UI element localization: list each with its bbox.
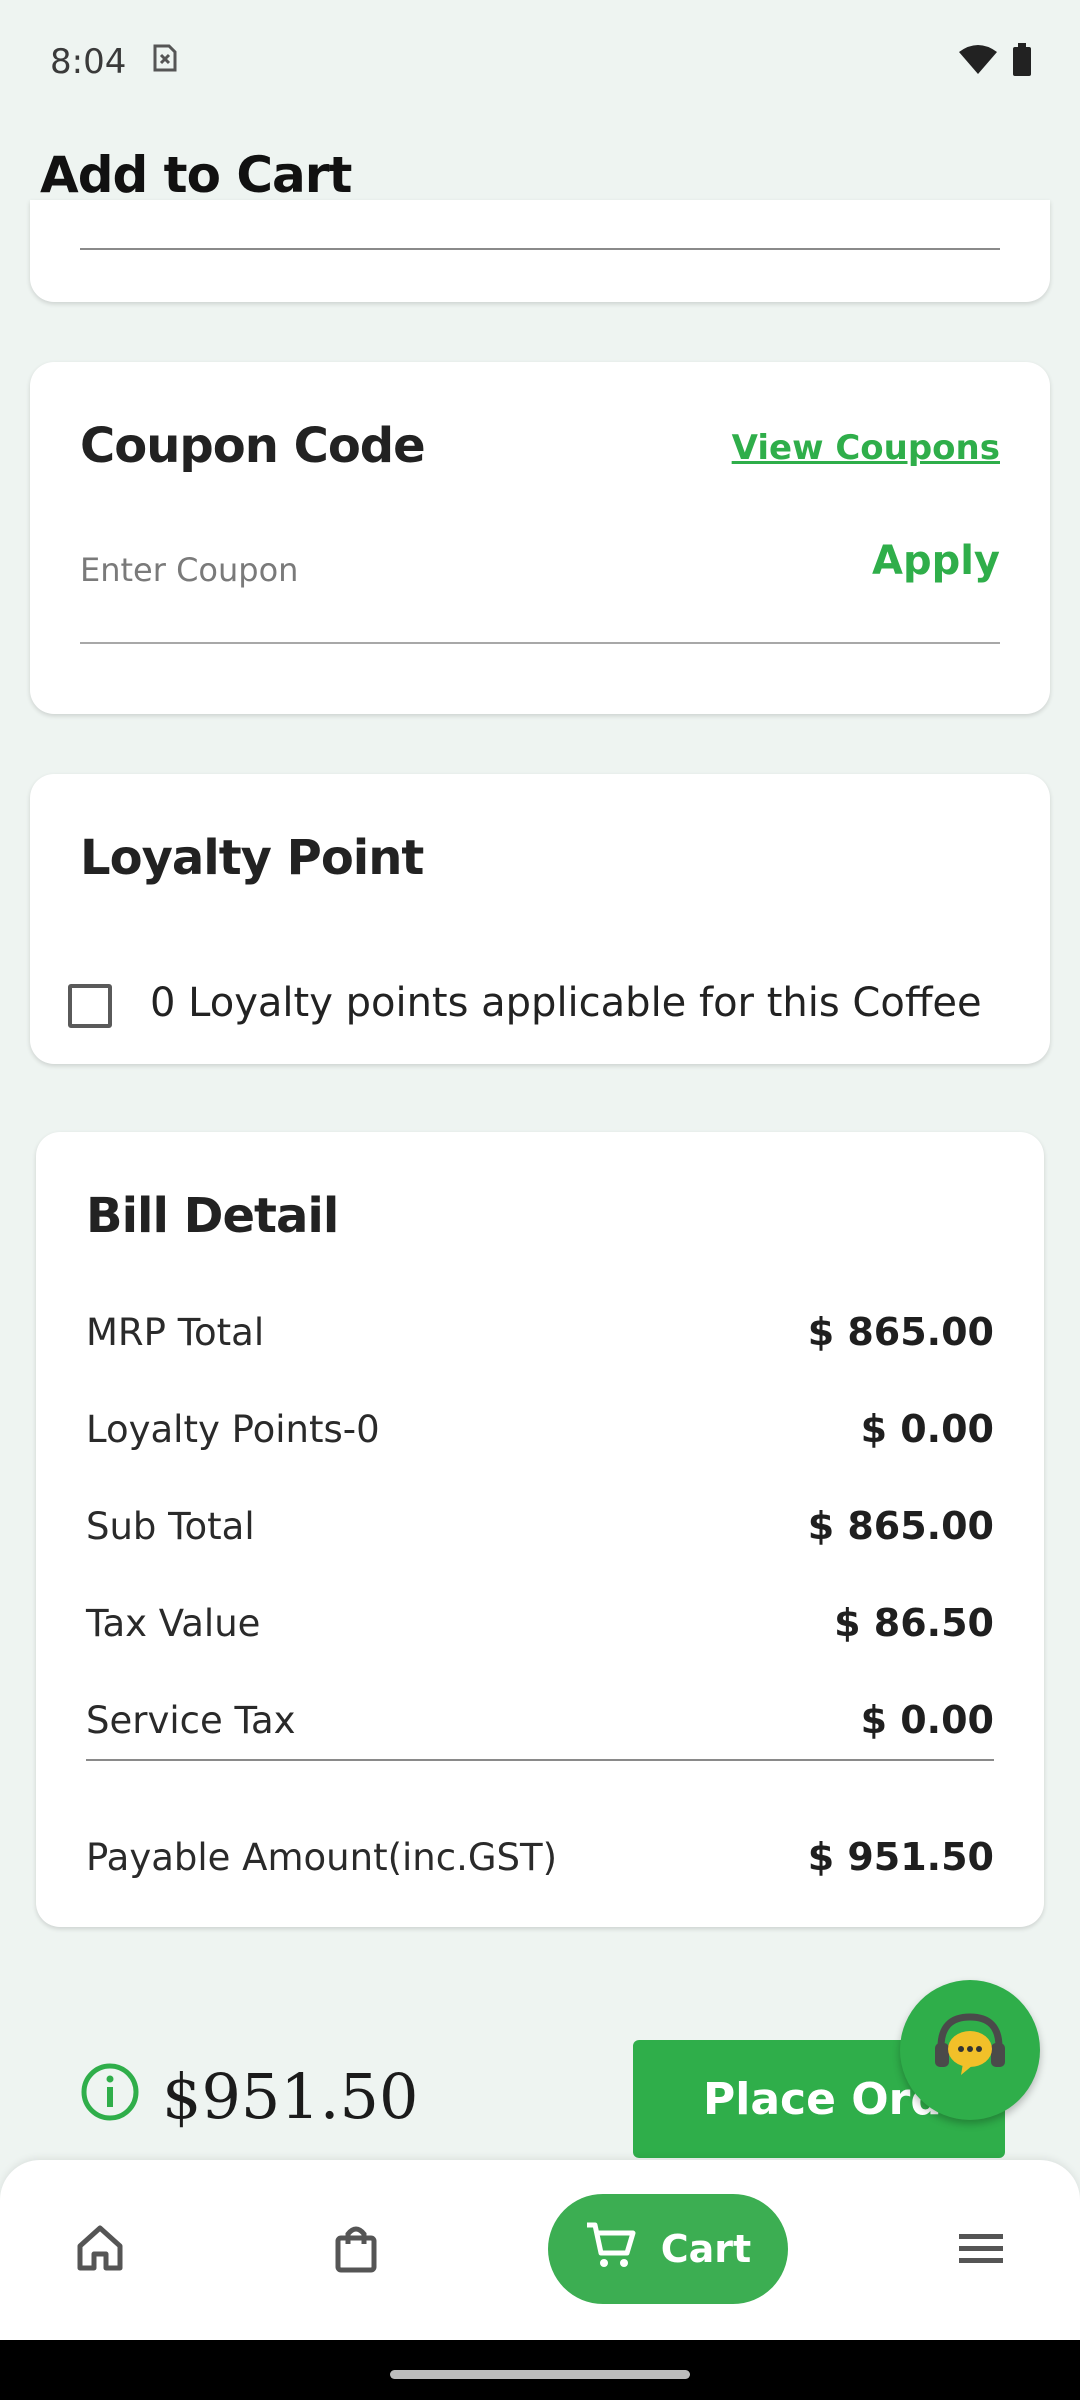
bill-row-label: Tax Value [86,1601,261,1645]
support-agent-icon [927,2005,1013,2095]
loyalty-card: Loyalty Point 0 Loyalty points applicabl… [30,774,1050,1064]
bill-row-tax-value: Tax Value $ 86.50 [86,1595,994,1651]
bill-row-value: $ 0.00 [860,1407,994,1451]
coupon-input-underline [80,642,1000,644]
bill-row-value: $ 0.00 [860,1698,994,1742]
bill-heading: Bill Detail [86,1188,339,1244]
bill-row-label: MRP Total [86,1310,265,1354]
view-coupons-link[interactable]: View Coupons [732,428,1000,468]
payable-value: $ 951.50 [807,1835,994,1879]
bill-row-service-tax: Service Tax $ 0.00 [86,1692,994,1748]
bill-row-loyalty-points: Loyalty Points-0 $ 0.00 [86,1401,994,1457]
status-time: 8:04 [50,42,127,82]
apply-button[interactable]: Apply [872,538,1000,584]
nav-cart-button[interactable]: Cart [548,2194,788,2304]
bill-row-label: Loyalty Points-0 [86,1407,380,1451]
divider [80,248,1000,250]
coupon-heading: Coupon Code [80,418,426,474]
order-total: $951.50 [162,2060,419,2133]
nav-cart-label: Cart [660,2227,752,2271]
sim-error-icon [152,42,178,82]
wifi-icon [958,44,998,80]
battery-icon [1012,43,1032,81]
bill-row-payable-amount: Payable Amount(inc.GST) $ 951.50 [86,1829,994,1885]
gesture-handle[interactable] [390,2370,690,2379]
bill-row-value: $ 86.50 [834,1601,994,1645]
coupon-card: Coupon Code View Coupons Apply [30,362,1050,714]
bill-row-label: Sub Total [86,1504,255,1548]
bill-row-value: $ 865.00 [807,1504,994,1548]
bottom-navigation: Cart [0,2160,1080,2340]
bill-row-label: Service Tax [86,1698,296,1742]
loyalty-heading: Loyalty Point [80,830,424,886]
previous-card [30,200,1050,302]
support-chat-button[interactable] [900,1980,1040,2120]
shopping-bag-icon[interactable] [330,2222,382,2278]
loyalty-checkbox[interactable] [68,984,112,1028]
loyalty-checkbox-label: 0 Loyalty points applicable for this Cof… [150,980,982,1026]
coupon-input[interactable] [80,540,860,600]
bill-divider [86,1759,994,1761]
home-icon[interactable] [74,2222,126,2278]
info-icon[interactable] [80,2062,140,2126]
payable-label: Payable Amount(inc.GST) [86,1835,558,1879]
bill-row-mrp-total: MRP Total $ 865.00 [86,1304,994,1360]
bill-detail-card: Bill Detail MRP Total $ 865.00 Loyalty P… [36,1132,1044,1927]
bill-row-value: $ 865.00 [807,1310,994,1354]
status-bar: 8:04 [0,0,1080,124]
menu-icon[interactable] [955,2222,1007,2278]
page-title: Add to Cart [40,146,352,204]
bill-row-sub-total: Sub Total $ 865.00 [86,1498,994,1554]
cart-icon [585,2219,637,2280]
